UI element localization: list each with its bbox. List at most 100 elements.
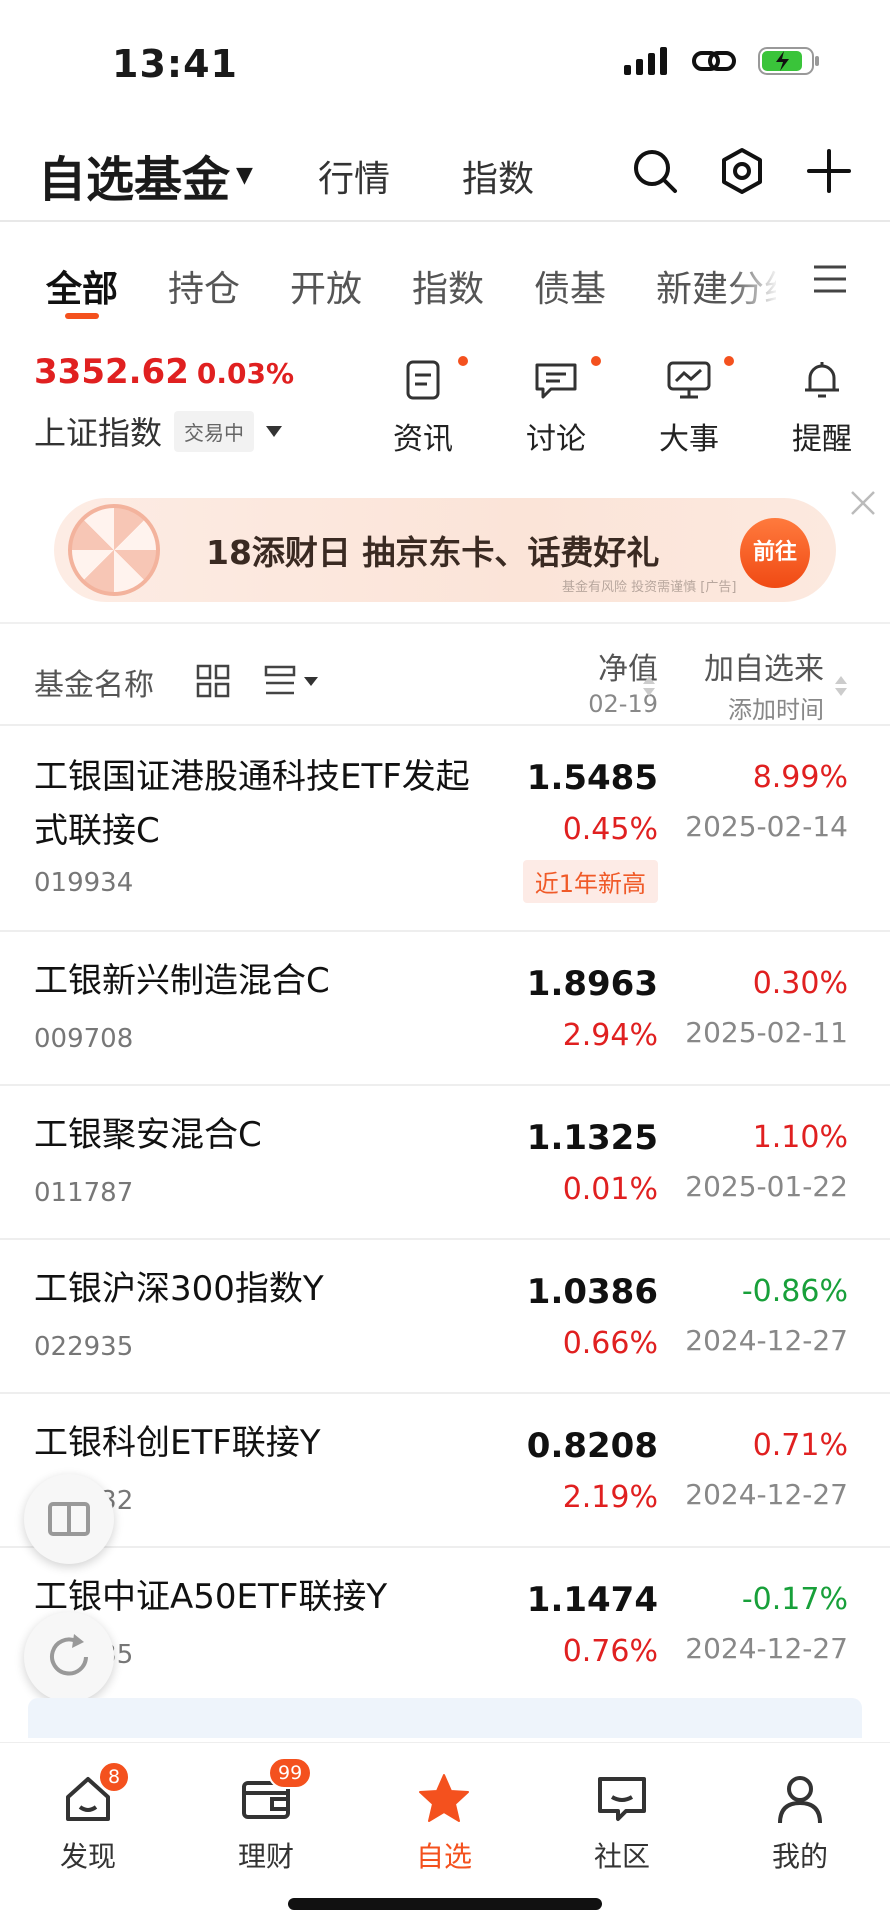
fund-nav: 1.5485 [526,758,658,798]
refresh-icon [50,1634,88,1676]
quick-discussion-label: 讨论 [526,422,586,457]
comment-icon [535,363,577,399]
sort-icon[interactable] [642,674,656,698]
nav-wealth[interactable]: 99 理财 [206,1757,326,1875]
fund-gain: 1.10% [752,1120,848,1155]
active-tab-indicator [65,313,99,319]
signal-icon [624,47,667,75]
fund-day-change: 0.45% [562,812,658,847]
settings-hexagon-icon[interactable] [717,146,767,196]
fund-day-change: 0.76% [562,1634,658,1669]
list-header: 基金名称 净值 02-19 加自选来 添加时间 [0,622,890,726]
compare-float-button[interactable] [24,1474,114,1564]
nav-label: 自选 [415,1840,472,1873]
watchlist-title-dropdown[interactable]: 自选基金 ▼ [38,140,253,210]
chat-icon [598,1777,646,1821]
fund-code: 019934 [34,868,134,898]
chevron-down-icon: ▼ [236,162,253,188]
tab-bond-funds[interactable]: 债基 [534,260,606,312]
fund-day-change: 2.19% [562,1480,658,1515]
quick-news[interactable]: 资讯 [378,356,468,458]
compare-icon [48,1502,90,1536]
sort-icon[interactable] [834,674,848,698]
refresh-float-button[interactable] [24,1612,114,1702]
fund-code: 022935 [34,1332,134,1362]
fund-code: 011787 [34,1178,134,1208]
col-since-added[interactable]: 加自选来 添加时间 [704,644,824,725]
index-name: 上证指数 [34,414,163,452]
prize-wheel-icon [68,504,160,596]
quick-reminder[interactable]: 提醒 [777,360,867,458]
notification-badge: 8 [98,1761,131,1793]
fund-day-change: 0.01% [562,1172,658,1207]
fund-added-date: 2025-01-22 [685,1170,848,1203]
tab-index-funds[interactable]: 指数 [412,260,484,312]
fund-row[interactable]: 工银中证A50ETF联接Y 022935 1.1474 0.76% -0.17%… [0,1548,890,1698]
new-high-tag: 近1年新高 [522,860,658,903]
search-icon[interactable] [630,146,680,196]
home-indicator [288,1898,602,1910]
grid-view-icon[interactable] [196,664,230,698]
battery-icon [758,47,819,75]
fund-row[interactable]: 工银国证港股通科技ETF发起式联接C 019934 1.5485 0.45% 近… [0,726,890,932]
fund-row[interactable]: 工银聚安混合C 011787 1.1325 0.01% 1.10% 2025-0… [0,1086,890,1240]
fund-gain: 8.99% [752,760,848,795]
promo-banner[interactable]: 18添财日 抽京东卡、话费好礼 前往 基金有风险 投资需谨慎 [广告] [54,498,836,602]
tab-holdings[interactable]: 持仓 [168,260,240,312]
fund-name: 工银沪深300指数Y [34,1269,324,1309]
tab-all[interactable]: 全部 [46,260,118,312]
star-icon [419,1774,469,1822]
fund-name: 工银新兴制造混合C [34,961,330,1001]
person-icon [778,1776,822,1824]
fund-row[interactable]: 工银沪深300指数Y 022935 1.0386 0.66% -0.86% 20… [0,1240,890,1394]
chart-screen-icon [667,361,711,399]
fund-nav: 0.8208 [526,1426,658,1466]
nav-profile[interactable]: 我的 [740,1771,860,1875]
nav-discover[interactable]: 8 发现 [28,1761,148,1875]
top-nav: 自选基金 ▼ 行情 指数 [0,130,890,222]
nav-watchlist[interactable]: 自选 [384,1771,504,1875]
link-icon [692,51,736,71]
fund-added-date: 2025-02-11 [685,1016,848,1049]
status-bar: 13:41 [0,0,890,130]
fund-day-change: 0.66% [562,1326,658,1361]
fund-row[interactable]: 工银新兴制造混合C 009708 1.8963 2.94% 0.30% 2025… [0,932,890,1086]
unread-dot [458,356,468,366]
nav-label: 发现 [59,1840,116,1873]
fund-added-date: 2025-02-14 [685,810,848,843]
quick-events[interactable]: 大事 [644,356,734,458]
banner-go-button[interactable]: 前往 [740,518,810,588]
nav-label: 理财 [237,1840,294,1873]
tab-market[interactable]: 行情 [318,150,390,202]
nav-label: 我的 [771,1840,828,1873]
page-title: 自选基金 [38,152,231,208]
index-selector[interactable]: 上证指数 交易中 [34,408,283,454]
bottom-promo-strip[interactable] [28,1698,862,1738]
fund-row[interactable]: 工银科创ETF联接Y 022932 0.8208 2.19% 0.71% 202… [0,1394,890,1548]
col-fund-name: 基金名称 [34,668,154,703]
bell-icon [805,362,839,398]
fund-gain: 0.30% [752,966,848,1001]
quick-discussion[interactable]: 讨论 [511,356,601,458]
tab-open[interactable]: 开放 [290,260,362,312]
trading-status-badge: 交易中 [174,410,255,452]
col-since-added-label: 加自选来 [704,652,824,687]
quick-reminder-label: 提醒 [792,422,852,457]
nav-label: 社区 [593,1840,650,1873]
banner-text: 18添财日 抽京东卡、话费好礼 [206,533,660,572]
menu-icon[interactable] [812,264,848,294]
index-value: 3352.62 [34,352,189,392]
fund-name: 工银科创ETF联接Y [34,1423,321,1463]
tabs-fade [730,222,780,322]
nav-community[interactable]: 社区 [562,1771,682,1875]
fund-code: 009708 [34,1024,134,1054]
add-icon[interactable] [804,146,854,196]
banner-disclaimer: 基金有风险 投资需谨慎 [广告] [562,580,737,595]
close-icon[interactable] [848,488,878,518]
list-view-icon[interactable] [264,664,324,698]
status-time: 13:41 [112,42,238,86]
fund-nav: 1.1325 [526,1118,658,1158]
tab-index[interactable]: 指数 [462,150,534,202]
fund-added-date: 2024-12-27 [685,1478,848,1511]
market-index[interactable]: 3352.62 0.03% [34,352,294,392]
